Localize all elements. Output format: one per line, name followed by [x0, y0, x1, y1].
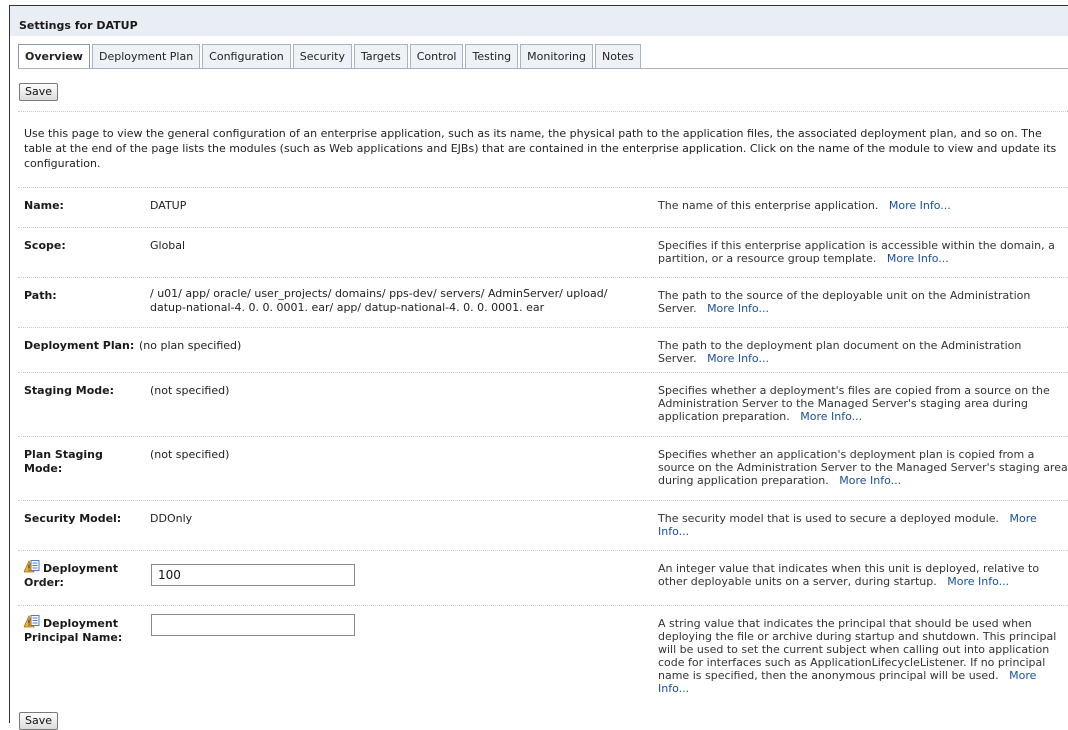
deployment-principal-name-input[interactable]	[151, 614, 355, 636]
scope-label: Scope:	[24, 239, 66, 252]
more-info-link[interactable]: More Info...	[889, 199, 951, 212]
name-help: The name of this enterprise application.…	[658, 199, 1058, 212]
config-warning-icon	[23, 560, 40, 574]
staging-mode-help: Specifies whether a deployment's files a…	[658, 384, 1058, 423]
row-deployment-order: Deployment Order: An integer value that …	[18, 550, 1068, 605]
more-info-link[interactable]: More Info...	[707, 302, 769, 315]
divider	[18, 111, 1068, 112]
deployment-order-input[interactable]	[151, 564, 355, 586]
row-staging-mode: Staging Mode: (not specified) Specifies …	[18, 372, 1068, 436]
page-description: Use this page to view the general config…	[24, 127, 1057, 170]
tab-divider	[18, 68, 1068, 69]
more-info-link[interactable]: More Info...	[887, 252, 949, 265]
tab-testing[interactable]: Testing	[465, 44, 519, 68]
tab-bar: Overview Deployment Plan Configuration S…	[18, 44, 643, 69]
row-scope: Scope: Global Specifies if this enterpri…	[18, 227, 1068, 277]
staging-mode-label: Staging Mode:	[24, 384, 115, 397]
deployment-principal-name-label: Deployment Principal Name:	[23, 615, 139, 645]
row-name: Name: DATUP The name of this enterprise …	[18, 187, 1068, 227]
more-info-link[interactable]: More Info...	[839, 474, 901, 487]
row-plan-staging-mode: Plan Staging Mode: (not specified) Speci…	[18, 436, 1068, 500]
tab-overview[interactable]: Overview	[18, 44, 90, 69]
scope-help: Specifies if this enterprise application…	[658, 239, 1058, 265]
tab-configuration[interactable]: Configuration	[202, 44, 291, 68]
row-security-model: Security Model: DDOnly The security mode…	[18, 500, 1068, 550]
help-text: The security model that is used to secur…	[658, 512, 1000, 525]
row-deployment-principal-name: Deployment Principal Name: A string valu…	[18, 605, 1068, 708]
plan-staging-mode-label: Plan Staging Mode:	[24, 448, 103, 475]
tab-targets[interactable]: Targets	[353, 44, 408, 68]
page-title: Settings for DATUP	[10, 6, 1068, 36]
security-model-help: The security model that is used to secur…	[658, 512, 1058, 538]
deployment-order-label: Deployment Order:	[23, 560, 142, 590]
help-text: A string value that indicates the princi…	[658, 617, 1057, 682]
scope-value: Global	[150, 239, 186, 252]
tab-security[interactable]: Security	[292, 44, 352, 68]
save-button-top[interactable]: Save	[19, 83, 59, 101]
row-deployment-plan: Deployment Plan: (no plan specified) The…	[18, 327, 1068, 372]
path-help: The path to the source of the deployable…	[658, 289, 1058, 315]
tab-control[interactable]: Control	[409, 44, 464, 68]
row-path: Path: / u01/ app/ oracle/ user_projects/…	[18, 277, 1068, 327]
more-info-link[interactable]: More Info...	[800, 410, 862, 423]
name-value: DATUP	[150, 199, 187, 212]
path-value: / u01/ app/ oracle/ user_projects/ domai…	[150, 287, 608, 314]
help-text: Specifies if this enterprise application…	[658, 239, 1055, 265]
deployment-plan-label: Deployment Plan:	[24, 339, 135, 352]
help-text: The name of this enterprise application.	[658, 199, 879, 212]
save-button-bottom[interactable]: Save	[19, 712, 59, 730]
tab-monitoring[interactable]: Monitoring	[520, 44, 593, 68]
tab-deployment-plan[interactable]: Deployment Plan	[91, 44, 201, 68]
deployment-plan-help: The path to the deployment plan document…	[658, 339, 1058, 365]
config-warning-icon	[23, 615, 40, 629]
path-label: Path:	[24, 289, 57, 302]
staging-mode-value: (not specified)	[150, 384, 230, 397]
more-info-link[interactable]: More Info...	[947, 575, 1009, 588]
tab-notes[interactable]: Notes	[594, 44, 641, 68]
plan-staging-mode-value: (not specified)	[150, 448, 230, 461]
security-model-value: DDOnly	[150, 512, 193, 525]
deployment-principal-name-help: A string value that indicates the princi…	[658, 617, 1063, 695]
deployment-plan-value: (no plan specified)	[139, 339, 242, 352]
deployment-order-help: An integer value that indicates when thi…	[658, 562, 1058, 588]
security-model-label: Security Model:	[24, 512, 122, 525]
more-info-link[interactable]: More Info...	[707, 352, 769, 365]
plan-staging-mode-help: Specifies whether an application's deplo…	[658, 448, 1068, 487]
name-label: Name:	[24, 199, 64, 212]
